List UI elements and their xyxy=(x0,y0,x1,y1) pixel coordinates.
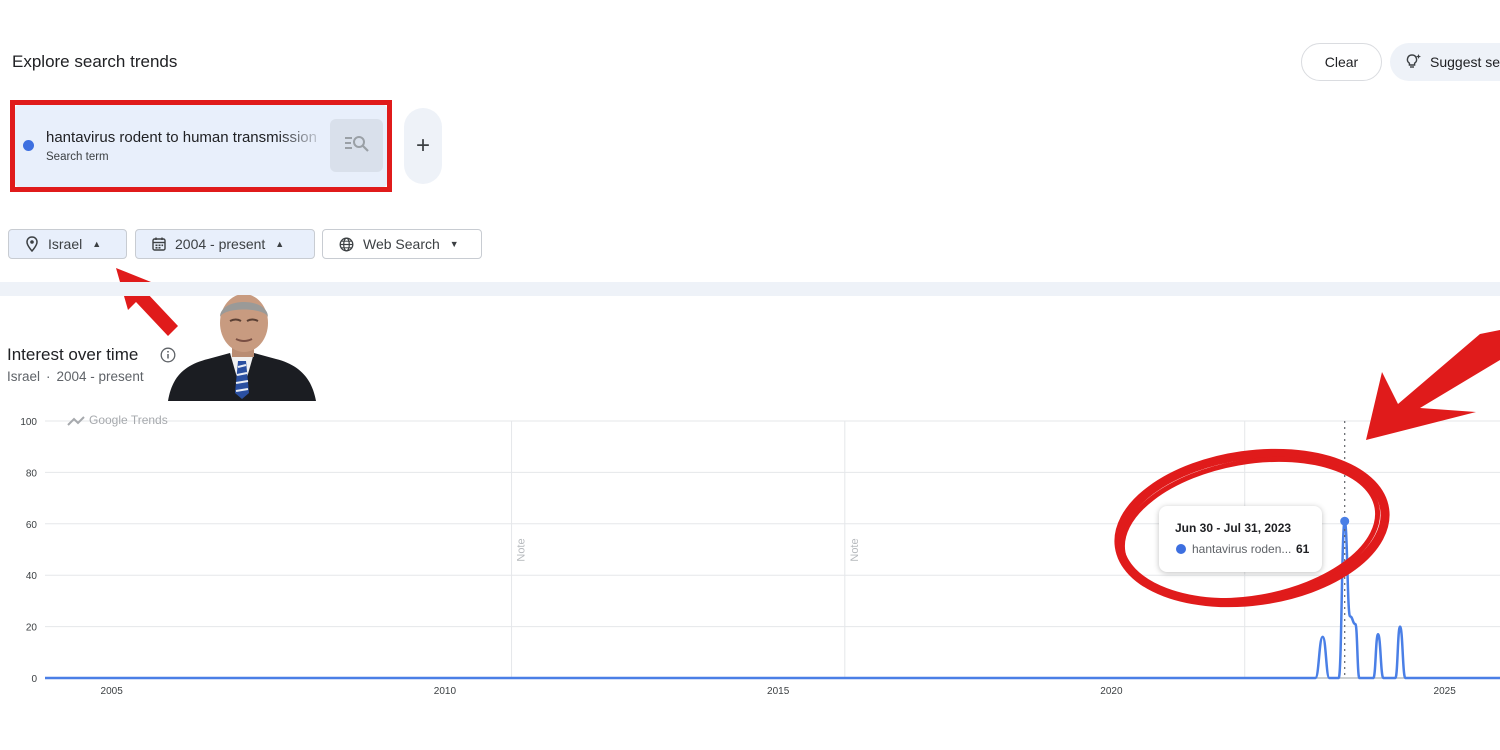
time-filter[interactable]: 2004 - present ▲ xyxy=(135,229,315,259)
y-tick-label: 80 xyxy=(26,468,38,479)
suggest-search-button[interactable]: Suggest sea xyxy=(1390,43,1500,81)
tooltip-series-label: hantavirus roden... xyxy=(1192,542,1292,556)
property-filter-label: Web Search xyxy=(363,236,440,252)
caret-up-icon: ▲ xyxy=(92,239,102,249)
x-tick-label: 2020 xyxy=(1100,686,1123,697)
calendar-icon xyxy=(152,237,166,251)
y-axis-ticks: 0 20 40 60 80 100 xyxy=(20,417,37,685)
subtitle-geo: Israel xyxy=(7,369,41,384)
caret-up-icon: ▲ xyxy=(275,239,285,249)
y-tick-label: 60 xyxy=(26,520,38,531)
caret-down-icon: ▼ xyxy=(449,239,459,249)
hover-point[interactable] xyxy=(1340,516,1350,526)
suggest-search-label: Suggest sea xyxy=(1430,54,1500,70)
watermark-text: Google Trends xyxy=(89,413,168,427)
subtitle-separator: · xyxy=(46,369,51,384)
clear-button[interactable]: Clear xyxy=(1301,43,1382,81)
note-label[interactable]: Note xyxy=(516,538,528,561)
x-tick-label: 2015 xyxy=(767,686,790,697)
geo-filter-label: Israel xyxy=(48,236,83,252)
sparkle-bulb-icon xyxy=(1406,53,1422,72)
x-tick-label: 2025 xyxy=(1434,686,1457,697)
google-trends-watermark: Google Trends xyxy=(67,413,168,427)
tooltip-series-dot xyxy=(1176,544,1186,554)
location-pin-icon xyxy=(25,236,39,252)
section-subtitle: Israel · 2004 - present xyxy=(7,369,144,384)
subtitle-time: 2004 - present xyxy=(56,369,144,384)
page-title: Explore search trends xyxy=(12,52,178,71)
y-tick-label: 100 xyxy=(20,417,37,428)
tooltip-date: Jun 30 - Jul 31, 2023 xyxy=(1175,521,1292,535)
trends-explore-page: Explore search trends Clear Suggest sea … xyxy=(0,0,1500,750)
y-tick-label: 20 xyxy=(26,623,38,634)
y-tick-label: 40 xyxy=(26,571,38,582)
globe-icon xyxy=(339,237,354,252)
term-highlight-box xyxy=(10,100,392,192)
property-filter[interactable]: Web Search ▼ xyxy=(322,229,482,259)
tooltip-value: 61 xyxy=(1296,542,1310,556)
chart-vertical-lines: Note Note xyxy=(511,421,1246,678)
chart-tooltip: Jun 30 - Jul 31, 2023 hantavirus roden..… xyxy=(1159,506,1322,572)
section-title: Interest over time xyxy=(7,345,139,364)
x-tick-label: 2010 xyxy=(434,686,457,697)
geo-filter[interactable]: Israel ▲ xyxy=(8,229,127,259)
note-label[interactable]: Note xyxy=(849,538,861,561)
add-term-button[interactable]: + xyxy=(404,108,442,184)
x-axis-ticks: 2005 2010 2015 2020 2025 xyxy=(101,686,1457,697)
man-in-suit-photo xyxy=(168,295,316,401)
time-filter-label: 2004 - present xyxy=(175,236,266,252)
y-tick-label: 0 xyxy=(31,674,37,685)
x-tick-label: 2005 xyxy=(101,686,124,697)
section-divider xyxy=(0,282,1500,296)
